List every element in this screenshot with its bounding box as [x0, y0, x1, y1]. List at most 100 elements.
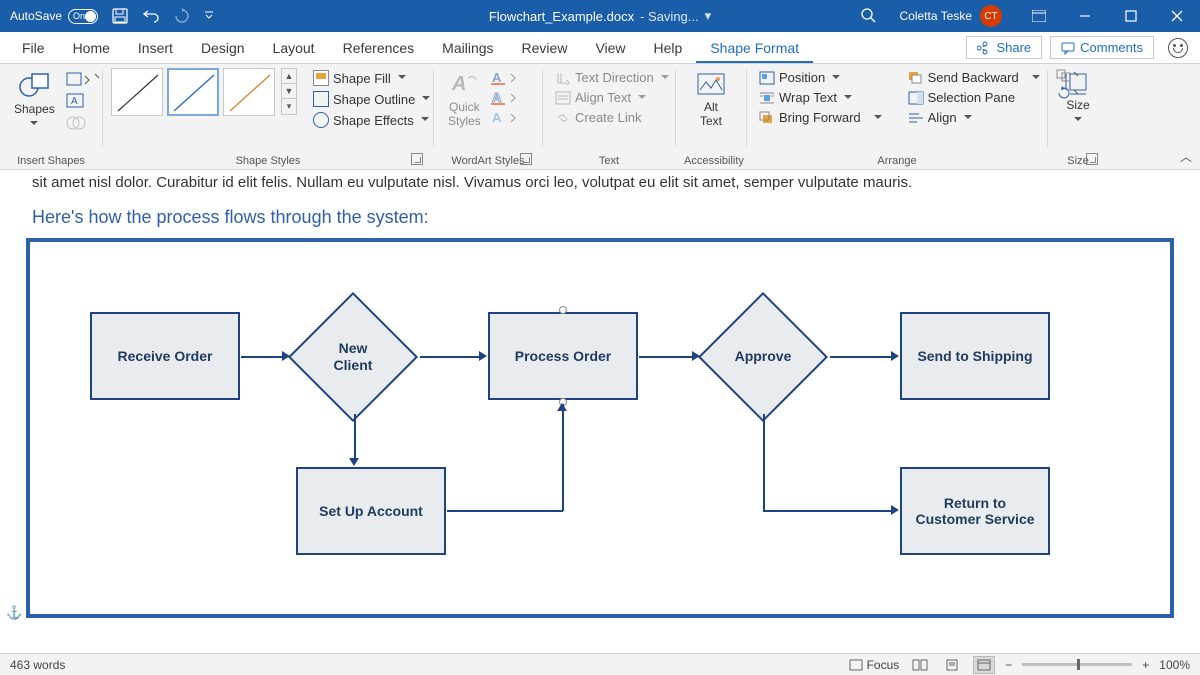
alt-text-button[interactable]: Alt Text — [690, 68, 732, 130]
tab-file[interactable]: File — [8, 34, 59, 63]
connector[interactable] — [830, 356, 894, 358]
share-button[interactable]: Share — [966, 36, 1042, 59]
dialog-launcher-icon[interactable] — [1086, 153, 1098, 165]
size-button[interactable]: Size — [1058, 68, 1098, 130]
doc-title: Flowchart_Example.docx — [489, 9, 634, 24]
size-label: Size — [1066, 98, 1089, 112]
close-button[interactable] — [1154, 0, 1200, 32]
tab-shape-format[interactable]: Shape Format — [696, 34, 813, 63]
create-link-button[interactable]: Create Link — [551, 108, 673, 127]
outline-icon — [313, 91, 329, 107]
connector[interactable] — [354, 414, 356, 462]
dialog-launcher-icon[interactable] — [520, 153, 532, 165]
wrap-text-button[interactable]: Wrap Text — [755, 88, 886, 107]
zoom-out-button[interactable]: − — [1005, 658, 1012, 672]
title-dropdown-icon[interactable]: ▾ — [705, 8, 712, 24]
zoom-level[interactable]: 100% — [1159, 658, 1190, 672]
maximize-button[interactable] — [1108, 0, 1154, 32]
tab-review[interactable]: Review — [508, 34, 582, 63]
arrowhead-icon — [891, 351, 904, 361]
group-size: Size Size — [1048, 64, 1108, 169]
arrowhead-icon — [479, 351, 492, 361]
qat-dropdown-icon[interactable] — [204, 11, 214, 21]
shapes-label: Shapes — [14, 102, 55, 116]
avatar[interactable]: CT — [980, 5, 1002, 27]
tab-insert[interactable]: Insert — [124, 34, 187, 63]
print-layout-icon[interactable] — [941, 656, 963, 674]
word-count[interactable]: 463 words — [10, 658, 65, 672]
shape-receive-order[interactable]: Receive Order — [90, 312, 240, 400]
autosave-state: On — [73, 11, 85, 21]
search-icon[interactable] — [860, 7, 876, 26]
connector[interactable] — [420, 356, 482, 358]
dialog-launcher-icon[interactable] — [411, 153, 423, 165]
style-preset-1[interactable] — [111, 68, 163, 116]
align-text-button[interactable]: Align Text — [551, 88, 673, 107]
text-box-icon[interactable]: A — [65, 92, 101, 113]
tab-layout[interactable]: Layout — [259, 34, 329, 63]
window-title: Flowchart_Example.docx - Saving... ▾ — [489, 8, 711, 24]
connector[interactable] — [763, 414, 765, 511]
shape-new-client[interactable]: New Client — [288, 302, 418, 412]
tab-view[interactable]: View — [581, 34, 639, 63]
tab-references[interactable]: References — [329, 34, 429, 63]
tab-design[interactable]: Design — [187, 34, 259, 63]
feedback-icon[interactable] — [1168, 38, 1188, 58]
collapse-ribbon-icon[interactable]: ︿ — [1180, 148, 1192, 165]
position-button[interactable]: Position — [755, 68, 886, 87]
shape-process-order[interactable]: Process Order — [488, 312, 638, 400]
save-icon[interactable] — [112, 8, 128, 24]
edit-shape-icon[interactable] — [65, 70, 101, 91]
zoom-in-button[interactable]: + — [1142, 658, 1149, 672]
quick-styles-button[interactable]: A Quick Styles — [442, 68, 487, 130]
text-effects-icon[interactable]: A — [491, 110, 519, 129]
redo-icon[interactable] — [174, 8, 190, 24]
tab-help[interactable]: Help — [640, 34, 697, 63]
group-label-insert-shapes: Insert Shapes — [8, 153, 94, 167]
autosave-toggle[interactable]: AutoSave On — [10, 9, 98, 24]
undo-icon[interactable] — [142, 8, 160, 24]
merge-shapes-icon[interactable] — [65, 114, 101, 135]
arrowhead-icon — [349, 458, 359, 471]
group-label-text: Text — [551, 153, 667, 167]
zoom-slider[interactable] — [1022, 663, 1132, 666]
text-outline-icon[interactable]: A — [491, 90, 519, 109]
web-layout-icon[interactable] — [973, 656, 995, 674]
connector[interactable] — [639, 356, 695, 358]
alt-text-label: Alt Text — [700, 100, 722, 128]
minimize-button[interactable] — [1062, 0, 1108, 32]
connector[interactable] — [241, 356, 285, 358]
shape-send-shipping[interactable]: Send to Shipping — [900, 312, 1050, 400]
focus-mode-button[interactable]: Focus — [849, 658, 900, 672]
drawing-canvas[interactable]: Receive Order New Client Process Order A… — [26, 238, 1174, 618]
selection-pane-button[interactable]: Selection Pane — [904, 88, 1044, 107]
effects-icon — [313, 112, 329, 128]
connector[interactable] — [763, 510, 894, 512]
tab-mailings[interactable]: Mailings — [428, 34, 507, 63]
tab-home[interactable]: Home — [59, 34, 124, 63]
send-backward-button[interactable]: Send Backward — [904, 68, 1044, 87]
align-button[interactable]: Align — [904, 108, 1044, 127]
style-preset-3[interactable] — [223, 68, 275, 116]
shape-return-cs[interactable]: Return to Customer Service — [900, 467, 1050, 555]
group-insert-shapes: Shapes A Insert Shapes — [0, 64, 102, 169]
user-name[interactable]: Coletta Teske — [900, 9, 973, 23]
comments-button[interactable]: Comments — [1050, 36, 1154, 59]
titlebar-right: Coletta Teske CT — [860, 0, 1200, 32]
shape-approve[interactable]: Approve — [698, 302, 828, 412]
connector[interactable] — [562, 404, 564, 511]
shapes-gallery-button[interactable]: Shapes — [8, 68, 61, 134]
resize-handle[interactable] — [559, 306, 567, 314]
toggle-knob — [85, 11, 96, 22]
document-area[interactable]: sit amet nisl dolor. Curabitur id elit f… — [0, 170, 1200, 653]
text-fill-icon[interactable]: A — [491, 70, 519, 89]
read-mode-icon[interactable] — [909, 656, 931, 674]
connector[interactable] — [447, 510, 563, 512]
style-preset-2[interactable] — [167, 68, 219, 116]
arrowhead-icon — [692, 351, 705, 361]
shape-setup-account[interactable]: Set Up Account — [296, 467, 446, 555]
svg-text:A: A — [71, 96, 78, 107]
bring-forward-button[interactable]: Bring Forward — [755, 108, 886, 127]
text-direction-button[interactable]: Text Direction — [551, 68, 673, 87]
ribbon-display-icon[interactable] — [1016, 0, 1062, 32]
